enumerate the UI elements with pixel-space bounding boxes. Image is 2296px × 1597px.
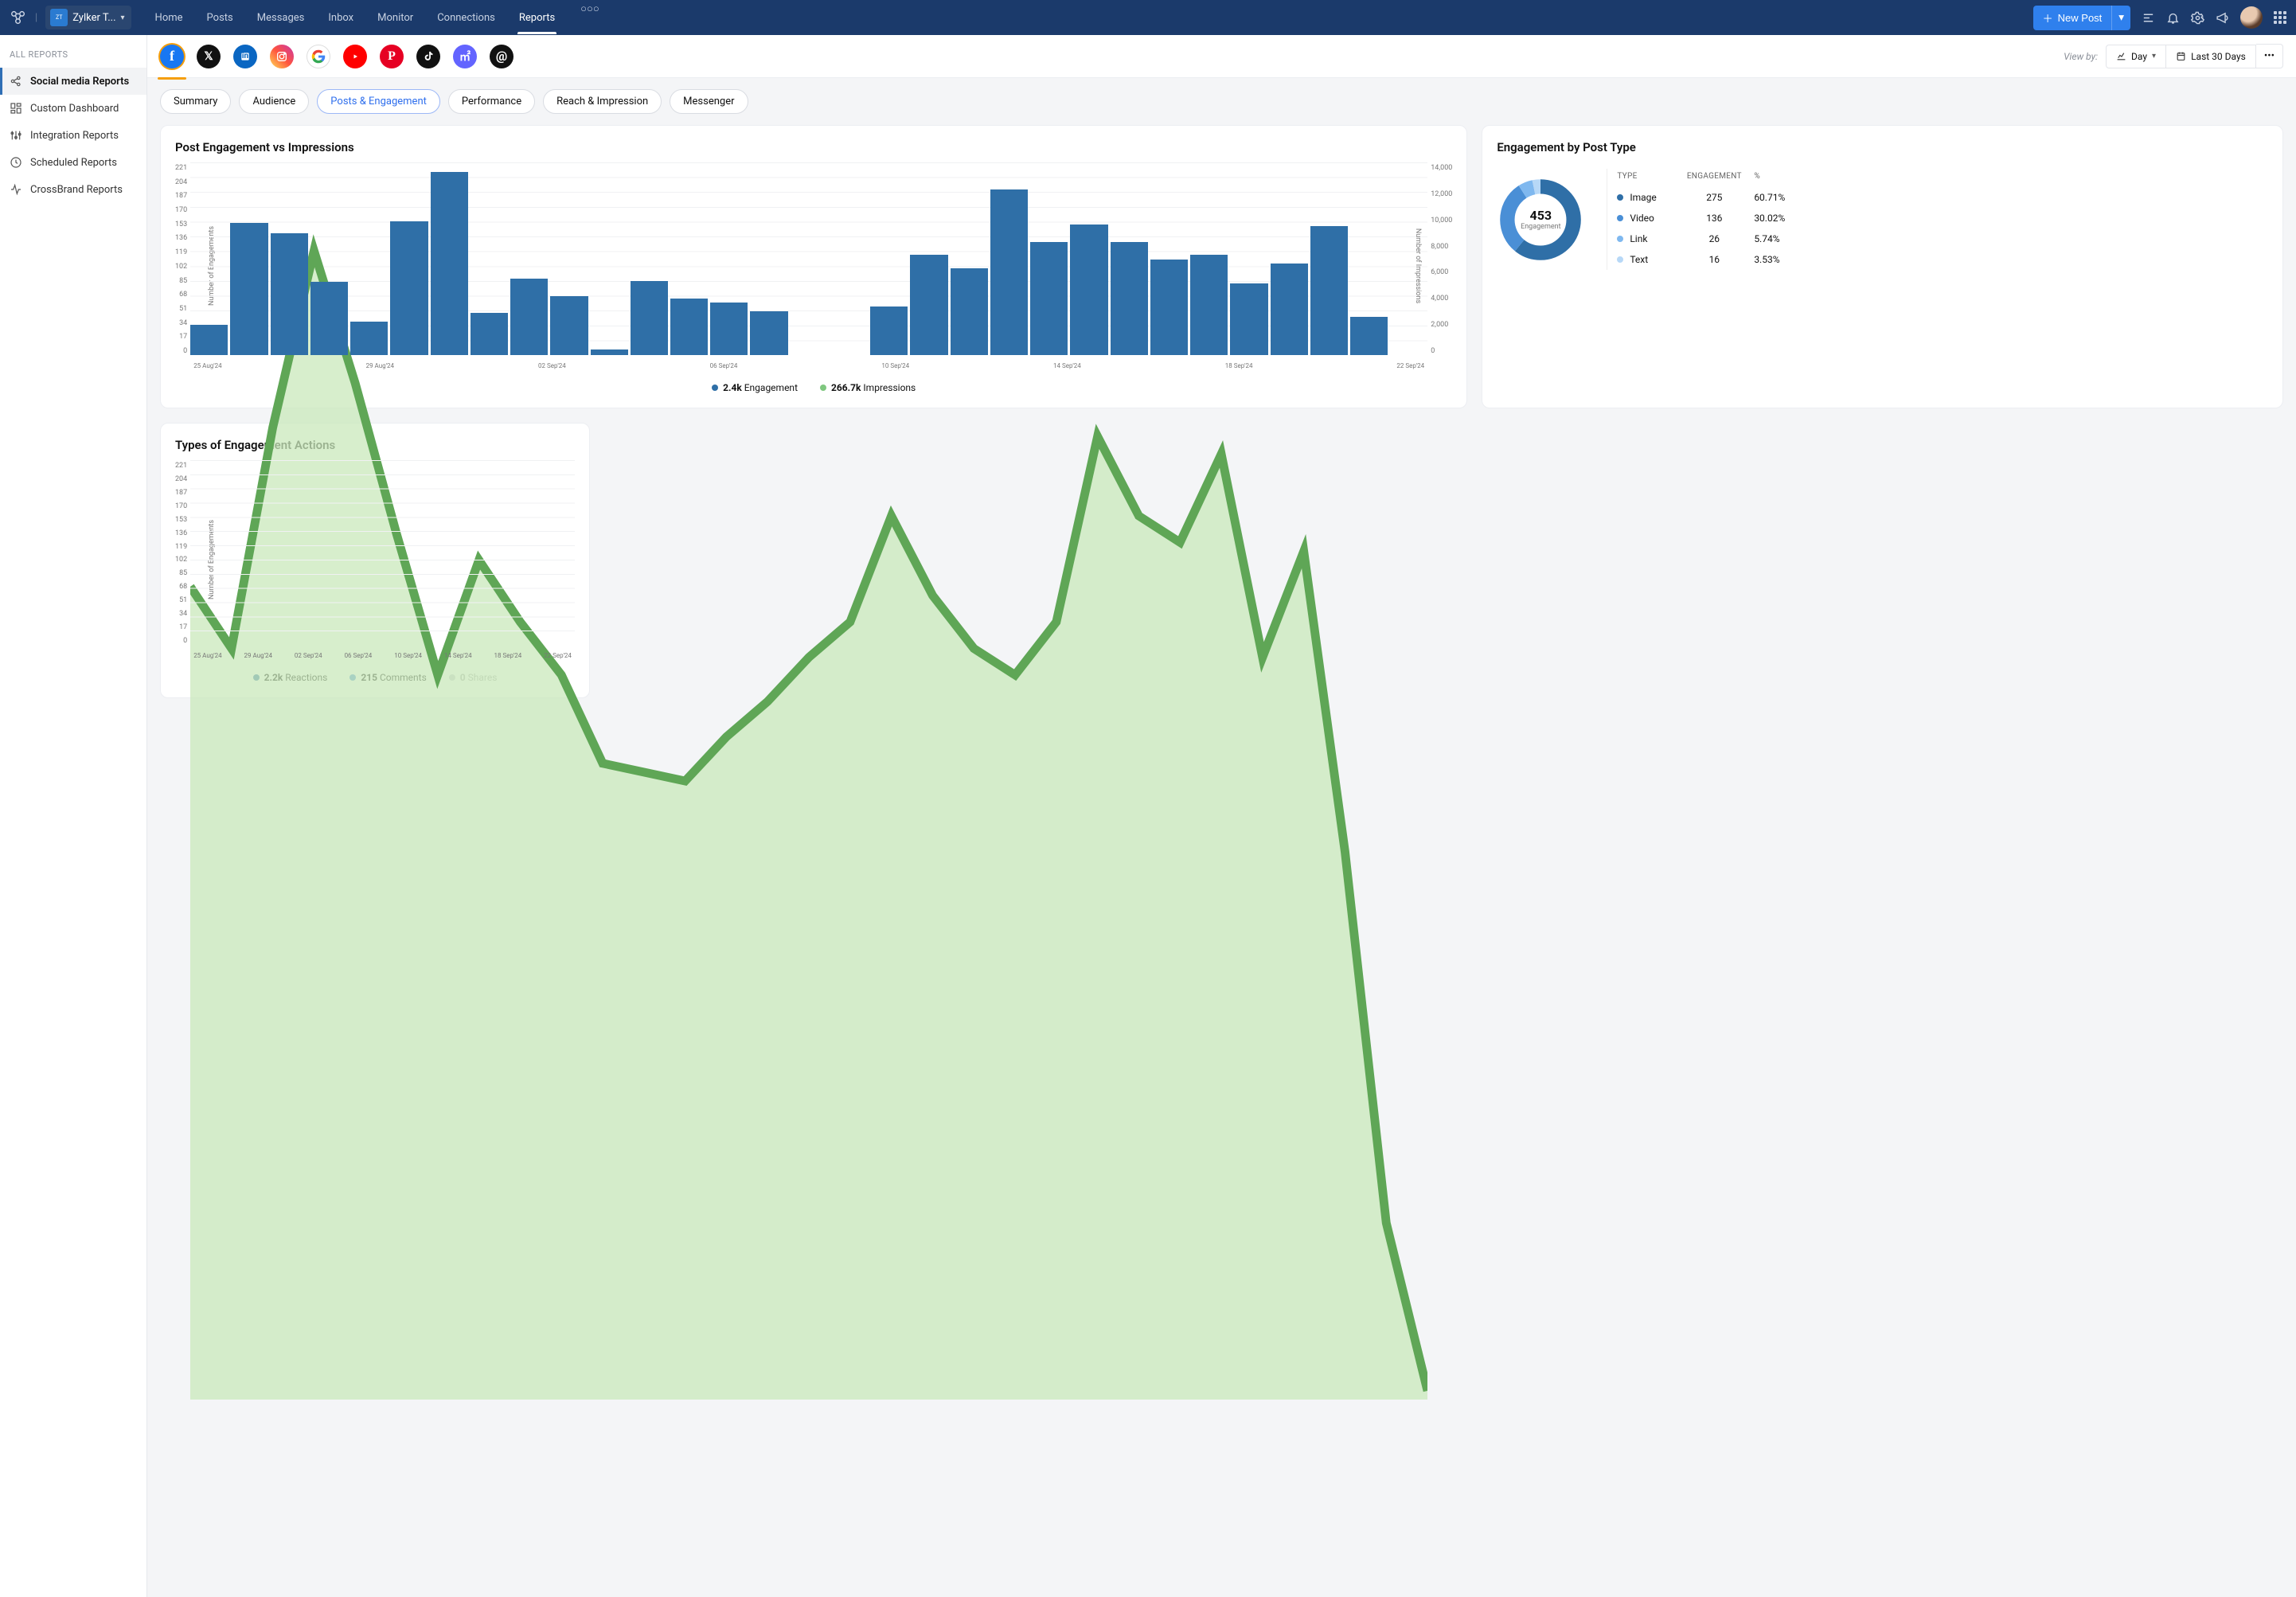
nav-more-icon[interactable]: ○○○ <box>577 2 603 33</box>
sidebar-item-social-media-reports[interactable]: Social media Reports <box>0 68 146 95</box>
y-axis-right: 14,00012,00010,0008,0006,0004,0002,0000 <box>1427 162 1452 369</box>
sidebar-item-custom-dashboard[interactable]: Custom Dashboard <box>0 95 146 122</box>
chevron-down-icon: ▾ <box>121 14 125 22</box>
card-title: Post Engagement vs Impressions <box>175 140 1452 154</box>
channel-mastodon[interactable]: ㎡ <box>453 45 477 68</box>
ellipsis-icon: ••• <box>2264 50 2275 62</box>
table-head-engagement: ENGAGEMENT <box>1674 172 1754 181</box>
sidebar-item-label: CrossBrand Reports <box>30 184 123 196</box>
card-engagement-actions: Types of Engagement Actions Number of En… <box>160 423 590 698</box>
tab-performance[interactable]: Performance <box>448 89 535 114</box>
view-by-selector[interactable]: Day ▾ <box>2106 45 2166 68</box>
chevron-down-icon: ▾ <box>2118 11 2124 23</box>
channel-linkedin[interactable]: in <box>233 45 257 68</box>
share-icon <box>10 75 22 88</box>
nav-messages[interactable]: Messages <box>256 2 307 33</box>
main-nav: Home Posts Messages Inbox Monitor Connec… <box>154 2 2033 33</box>
channel-pinterest[interactable]: P <box>380 45 404 68</box>
x-axis: 25 Aug'2429 Aug'2402 Sep'2406 Sep'2410 S… <box>190 652 575 659</box>
sidebar-title: ALL REPORTS <box>0 46 146 68</box>
megaphone-icon[interactable] <box>2216 11 2229 25</box>
new-post-label: New Post <box>2058 12 2103 24</box>
table-row: Text163.53% <box>1607 249 1810 270</box>
y-axis-left: 22120418717015313611910285685134170 <box>175 162 190 369</box>
activity-icon <box>10 183 22 196</box>
table-row: Link265.74% <box>1607 228 1810 249</box>
sidebar-item-scheduled-reports[interactable]: Scheduled Reports <box>0 149 146 176</box>
new-post-button[interactable]: ＋ New Post <box>2033 6 2112 30</box>
donut-total-label: Engagement <box>1521 223 1560 231</box>
card-engagement-vs-impressions: Post Engagement vs Impressions Number of… <box>160 125 1467 408</box>
chart-line-icon <box>2116 51 2126 61</box>
nav-inbox[interactable]: Inbox <box>326 2 355 33</box>
product-logo-icon <box>10 9 27 26</box>
y-axis-label-right: Number of Impressions <box>1414 228 1422 303</box>
dashboard-icon <box>10 102 22 115</box>
sidebar-item-label: Integration Reports <box>30 130 119 142</box>
channel-facebook[interactable]: f <box>160 45 184 68</box>
sidebar: ALL REPORTS Social media Reports Custom … <box>0 35 147 1597</box>
nav-reports[interactable]: Reports <box>517 2 556 33</box>
brand-name: Zylker T... <box>72 12 115 24</box>
sidebar-item-integration-reports[interactable]: Integration Reports <box>0 122 146 149</box>
channel-google[interactable] <box>307 45 330 68</box>
brand-switcher[interactable]: ZT Zylker T... ▾ <box>45 6 131 29</box>
table-row: Video13630.02% <box>1607 208 1810 228</box>
chart-engagement-vs-impressions: Number of Engagements 221204187170153136… <box>175 162 1452 369</box>
table-head-type: TYPE <box>1607 172 1674 181</box>
main-content: f 𝕏 in P ㎡ @ View by: Day ▾ <box>147 35 2296 1597</box>
plus-icon: ＋ <box>2043 10 2053 25</box>
chevron-down-icon: ▾ <box>2152 52 2156 61</box>
view-by-value: Day <box>2131 51 2147 62</box>
y-axis-left: 22120418717015313611910285685134170 <box>175 460 190 659</box>
table-head-pct: % <box>1754 172 1810 181</box>
channel-x[interactable]: 𝕏 <box>197 45 221 68</box>
channel-youtube[interactable] <box>343 45 367 68</box>
card-title: Engagement by Post Type <box>1497 140 2268 154</box>
channel-tiktok[interactable] <box>416 45 440 68</box>
tab-audience[interactable]: Audience <box>239 89 309 114</box>
app-header: | ZT Zylker T... ▾ Home Posts Messages I… <box>0 0 2296 35</box>
brand-badge-icon: ZT <box>50 9 68 26</box>
apps-grid-icon[interactable] <box>2274 11 2286 24</box>
date-range-value: Last 30 Days <box>2191 51 2246 62</box>
tab-posts-engagement[interactable]: Posts & Engagement <box>317 89 440 114</box>
nav-home[interactable]: Home <box>154 2 185 33</box>
clock-icon <box>10 156 22 169</box>
toolbar-more-button[interactable]: ••• <box>2256 44 2283 68</box>
channel-instagram[interactable] <box>270 45 294 68</box>
tab-reach-impression[interactable]: Reach & Impression <box>543 89 662 114</box>
donut-total: 453 <box>1530 208 1552 223</box>
sidebar-item-label: Social media Reports <box>30 76 129 88</box>
sidebar-item-label: Scheduled Reports <box>30 157 117 169</box>
channel-threads[interactable]: @ <box>490 45 513 68</box>
bell-icon[interactable] <box>2166 11 2180 25</box>
action-bars <box>190 460 575 645</box>
new-post-dropdown[interactable]: ▾ <box>2111 6 2130 30</box>
calendar-icon <box>2176 51 2186 61</box>
engagement-bars <box>190 162 1427 355</box>
card-engagement-by-type: Engagement by Post Type 453 Engagement T… <box>1482 125 2283 408</box>
sidebar-item-label: Custom Dashboard <box>30 103 119 115</box>
panel-toggle-icon[interactable] <box>2142 11 2155 25</box>
table-row: Image27560.71% <box>1607 187 1810 208</box>
x-axis: 25 Aug'2429 Aug'2402 Sep'2406 Sep'2410 S… <box>190 362 1427 369</box>
nav-connections[interactable]: Connections <box>435 2 497 33</box>
channel-toolbar: f 𝕏 in P ㎡ @ View by: Day ▾ <box>147 35 2296 78</box>
sliders-icon <box>10 129 22 142</box>
donut-chart: 453 Engagement <box>1497 176 1584 264</box>
post-type-table: TYPE ENGAGEMENT % Image27560.71%Video136… <box>1607 169 1810 270</box>
user-avatar[interactable] <box>2240 6 2263 29</box>
nav-posts[interactable]: Posts <box>205 2 235 33</box>
nav-monitor[interactable]: Monitor <box>376 2 415 33</box>
report-tabs: Summary Audience Posts & Engagement Perf… <box>147 78 2296 125</box>
tab-summary[interactable]: Summary <box>160 89 231 114</box>
gear-icon[interactable] <box>2191 11 2204 25</box>
chart-engagement-actions: Number of Engagements 221204187170153136… <box>175 460 575 659</box>
tab-messenger[interactable]: Messenger <box>670 89 748 114</box>
sidebar-item-crossbrand-reports[interactable]: CrossBrand Reports <box>0 176 146 203</box>
date-range-selector[interactable]: Last 30 Days <box>2166 45 2256 68</box>
view-by-label: View by: <box>2064 51 2106 62</box>
